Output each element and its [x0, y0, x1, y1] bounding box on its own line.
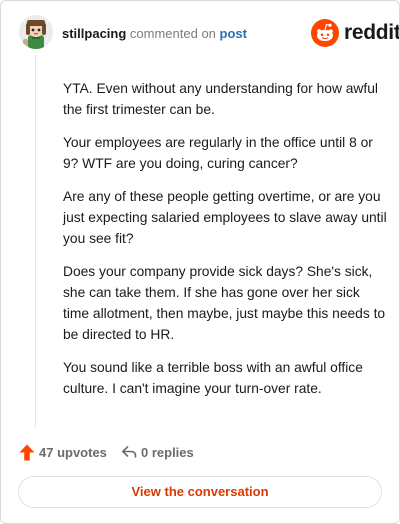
upvote-count: 47 upvotes — [39, 445, 107, 460]
action-verb: commented on — [129, 26, 216, 41]
thread-line — [35, 55, 36, 427]
user-avatar[interactable] — [19, 15, 53, 49]
post-link[interactable]: post — [220, 26, 247, 41]
comment-meta: stillpacing commented on post — [62, 26, 247, 42]
reddit-logo-icon — [311, 19, 339, 47]
reply-arrow-icon — [122, 446, 137, 458]
reddit-brand-link[interactable]: reddit — [311, 19, 399, 47]
brand-wordmark: reddit — [344, 21, 400, 44]
comment-body: YTA. Even without any understanding for … — [63, 78, 387, 411]
comment-header: stillpacing commented on post reddit — [17, 15, 399, 51]
comment-paragraph: Your employees are regularly in the offi… — [63, 135, 373, 171]
upvote-button[interactable]: 47 upvotes — [19, 442, 109, 464]
upvote-arrow-icon — [19, 444, 35, 461]
view-conversation-button[interactable]: View the conversation — [18, 476, 382, 508]
reply-count: 0 replies — [141, 445, 194, 460]
avatar-icon — [19, 15, 53, 49]
comment-paragraph: You sound like a terrible boss with an a… — [63, 360, 363, 396]
comment-paragraph: Does your company provide sick days? She… — [63, 264, 386, 342]
username-link[interactable]: stillpacing — [62, 26, 126, 41]
comment-paragraph: Are any of these people getting overtime… — [63, 189, 387, 246]
replies-button[interactable]: 0 replies — [121, 442, 211, 464]
comment-actions: 47 upvotes 0 replies — [19, 442, 381, 464]
comment-paragraph: YTA. Even without any understanding for … — [63, 81, 378, 117]
comment-embed-card: stillpacing commented on post reddit YTA… — [0, 0, 400, 524]
